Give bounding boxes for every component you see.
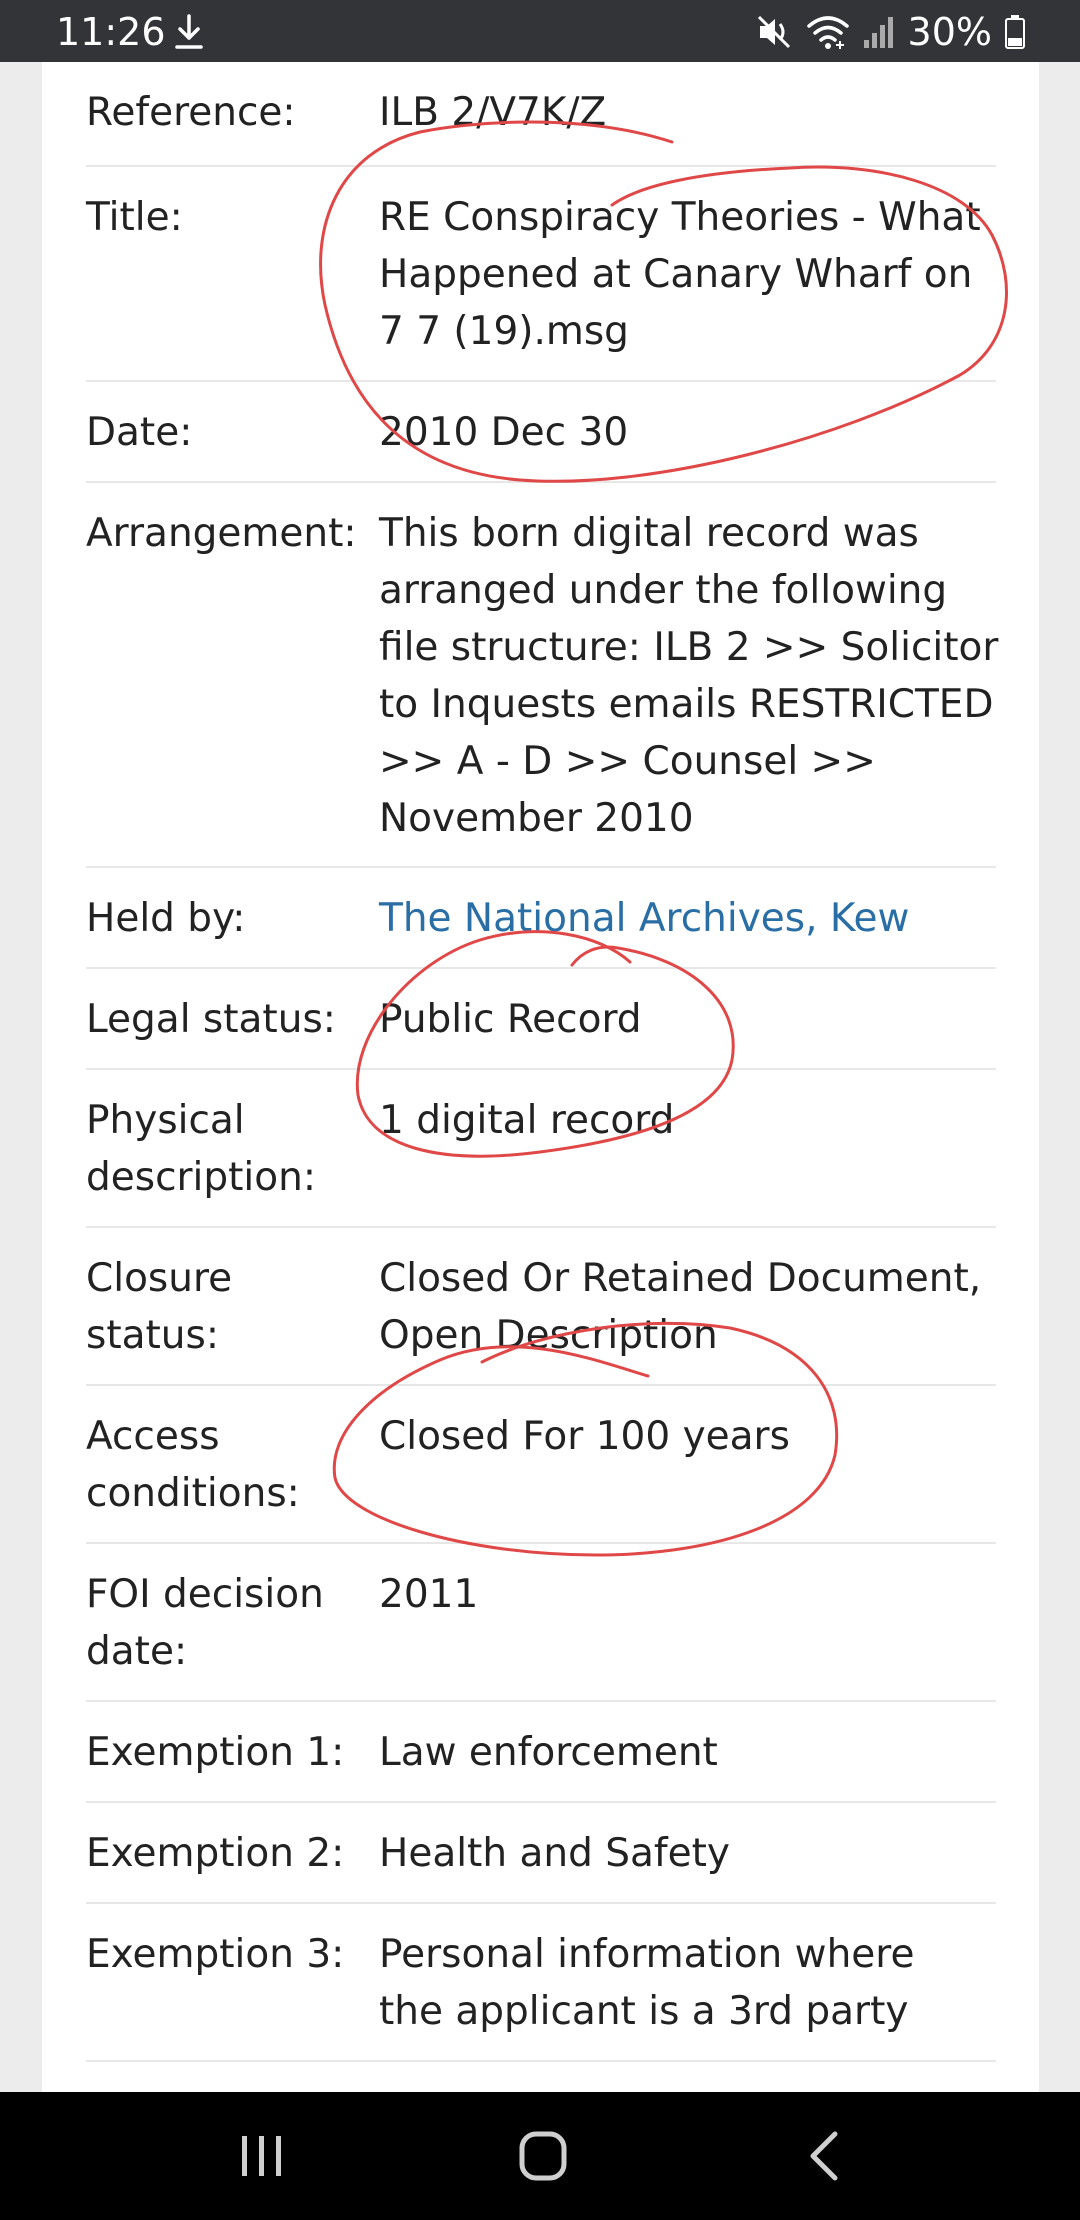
exemption-3-value-line: Personal information where [379,1932,915,1977]
arrangement-value: This born digital record was arranged un… [379,505,1004,847]
exemption-1-value: Law enforcement [379,1730,718,1775]
title-label: Title: [86,195,183,240]
row-arrangement: Arrangement: This born digital record wa… [86,483,998,868]
battery-percentage: 30% [907,10,992,54]
row-title: Title: RE Conspiracy Theories - What Hap… [86,167,996,382]
physical-description-value: 1 digital record [379,1098,675,1143]
arrangement-value-line: arranged under the following [379,568,948,613]
row-access-conditions: Access conditions: Closed For 100 years [86,1386,996,1544]
closure-status-label-line: Closure [86,1256,233,1301]
arrangement-value-line: November 2010 [379,796,694,841]
row-reference: Reference: ILB 2/V7K/Z [86,62,996,167]
row-exemption-3: Exemption 3: Personal information where … [86,1904,996,2062]
access-conditions-label: Access conditions: [86,1408,371,1522]
row-legal-status: Legal status: Public Record [86,969,996,1070]
row-closure-status: Closure status: Closed Or Retained Docum… [86,1228,996,1386]
closure-status-label-line: status: [86,1313,219,1358]
access-conditions-value: Closed For 100 years [379,1414,790,1459]
exemption-2-label: Exemption 2: [86,1831,345,1876]
date-label: Date: [86,410,193,455]
system-navigation-bar [0,2092,1080,2220]
foi-decision-date-label-line: FOI decision [86,1572,324,1617]
physical-description-label-line: Physical [86,1098,245,1143]
status-bar: 11:26 30% [0,0,1080,62]
exemption-3-value: Personal information where the applicant… [379,1926,1004,2040]
exemption-1-label: Exemption 1: [86,1730,345,1775]
title-value: RE Conspiracy Theories - What Happened a… [379,189,1004,360]
phone-screen: 11:26 30% Reference: ILB 2/V7K/Z Title: … [0,0,1080,2220]
signal-icon [863,17,893,48]
row-exemption-1: Exemption 1: Law enforcement [86,1702,996,1803]
recent-apps-icon[interactable] [222,2120,302,2192]
arrangement-value-line: to Inquests emails RESTRICTED [379,682,994,727]
wifi-icon [806,16,849,49]
foi-decision-date-value: 2011 [379,1572,479,1617]
download-icon [175,14,203,49]
arrangement-value-line: This born digital record was [379,511,919,556]
foi-decision-date-label-line: date: [86,1629,188,1674]
status-time: 11:26 [56,10,166,54]
reference-label: Reference: [86,90,296,135]
row-date: Date: 2010 Dec 30 [86,382,996,483]
exemption-3-value-line: the applicant is a 3rd party [379,1989,909,2034]
held-by-link[interactable]: The National Archives, Kew [379,890,1004,947]
arrangement-label: Arrangement: [86,511,357,556]
closure-status-value-line: Open Description [379,1313,718,1358]
title-value-line: Happened at Canary Wharf on [379,252,973,297]
held-by-label: Held by: [86,896,246,941]
physical-description-label: Physical description: [86,1092,371,1206]
reference-value: ILB 2/V7K/Z [379,90,607,135]
battery-icon [1005,15,1025,49]
physical-description-label-line: description: [86,1155,316,1200]
legal-status-label: Legal status: [86,997,336,1042]
foi-decision-date-label: FOI decision date: [86,1566,371,1680]
row-physical-description: Physical description: 1 digital record [86,1070,996,1228]
access-conditions-label-line: conditions: [86,1471,300,1516]
title-value-line: 7 7 (19).msg [379,309,629,354]
exemption-3-label: Exemption 3: [86,1932,345,1977]
date-value: 2010 Dec 30 [379,410,629,455]
arrangement-value-line: file structure: ILB 2 >> Solicitor [379,625,999,670]
row-foi-decision-date: FOI decision date: 2011 [86,1544,996,1702]
record-details-card: Reference: ILB 2/V7K/Z Title: RE Conspir… [42,62,1039,2092]
status-icons: 30% [756,10,1026,54]
row-exemption-2: Exemption 2: Health and Safety [86,1803,996,1904]
exemption-2-value: Health and Safety [379,1831,730,1876]
home-icon[interactable] [503,2120,583,2192]
legal-status-value: Public Record [379,997,642,1042]
back-icon[interactable] [785,2120,865,2192]
closure-status-label: Closure status: [86,1250,371,1364]
closure-status-value: Closed Or Retained Document, Open Descri… [379,1250,1004,1364]
closure-status-value-line: Closed Or Retained Document, [379,1256,982,1301]
arrangement-value-line: >> A - D >> Counsel >> [379,739,876,784]
access-conditions-label-line: Access [86,1414,220,1459]
title-value-line: RE Conspiracy Theories - What [379,195,981,240]
row-held-by: Held by: The National Archives, Kew [86,868,996,969]
mute-icon [757,15,790,49]
